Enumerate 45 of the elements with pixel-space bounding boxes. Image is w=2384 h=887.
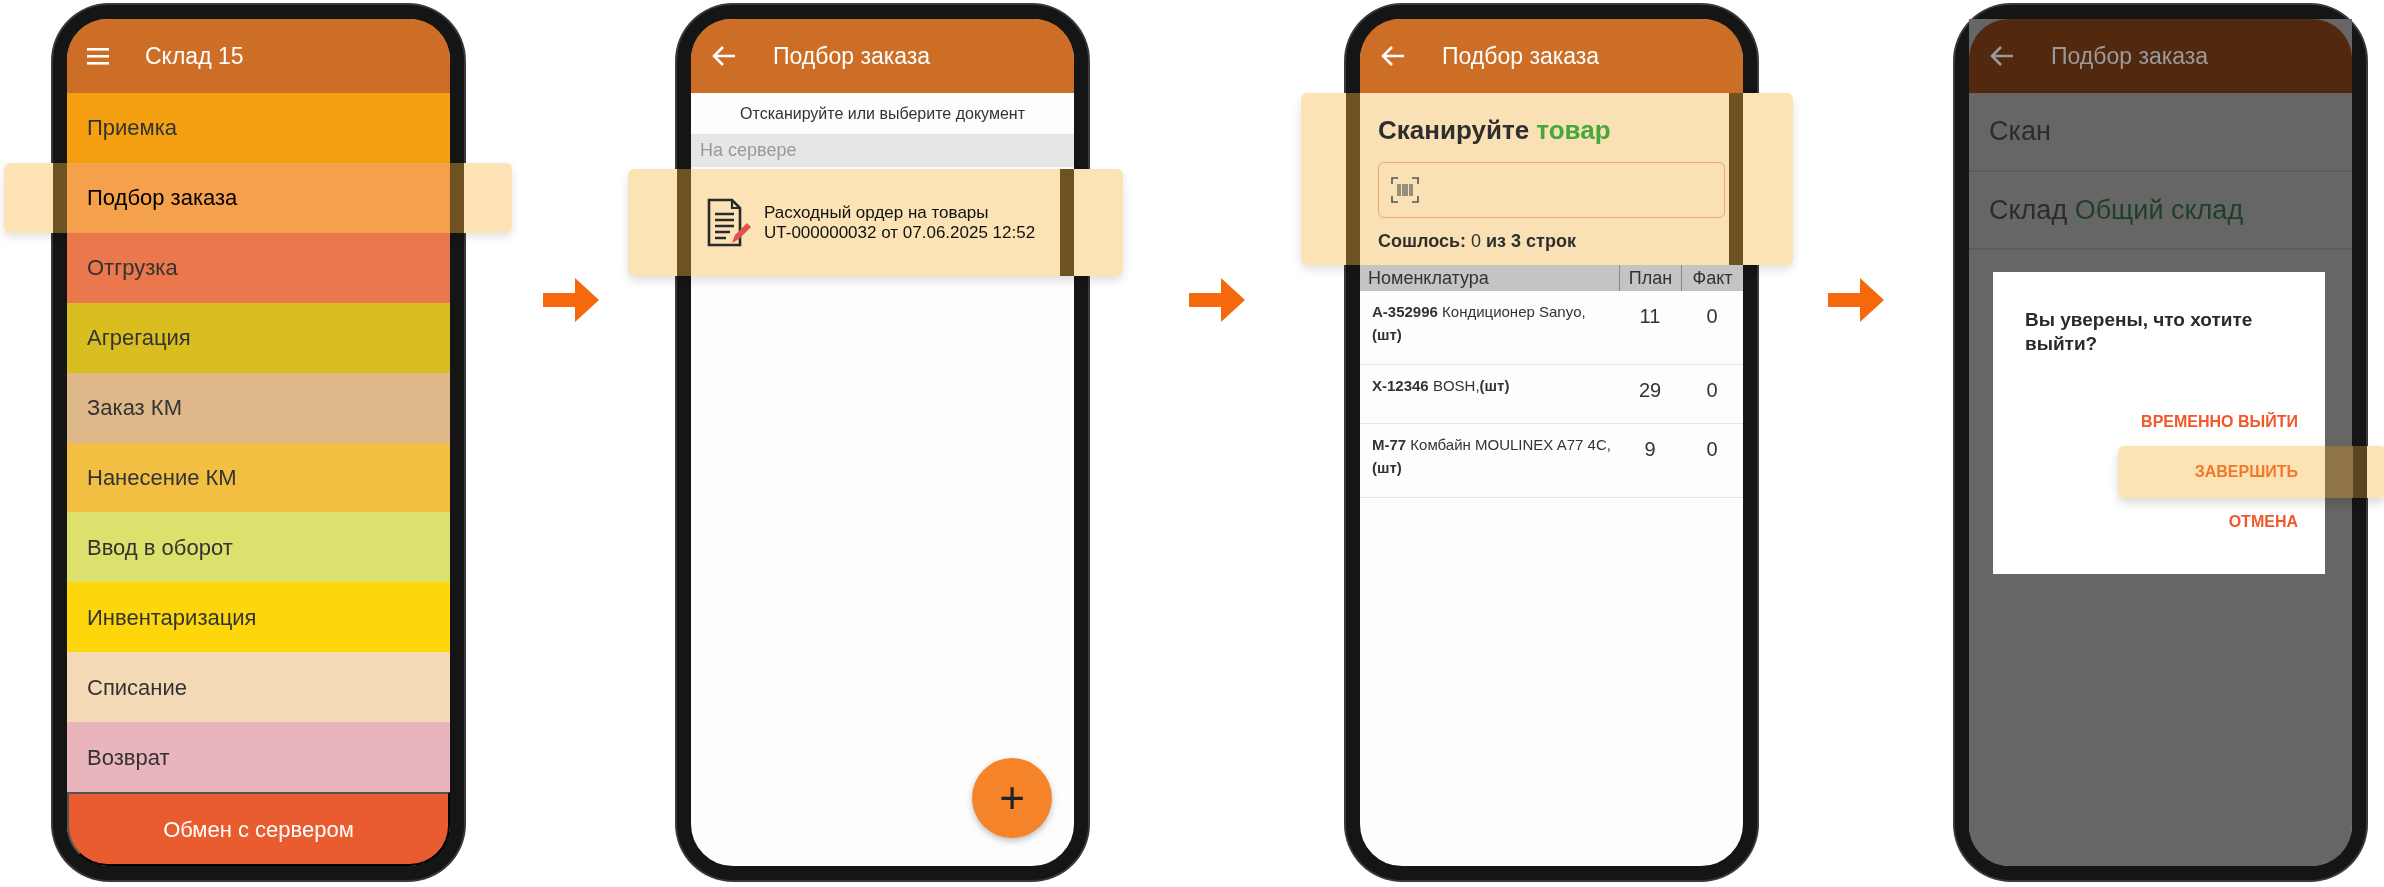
back-arrow-icon[interactable]: [1989, 45, 2015, 67]
right-arrow-icon: [1189, 277, 1245, 323]
menu-item[interactable]: Агрегация: [67, 302, 450, 373]
screen-title: Подбор заказа: [1442, 41, 1600, 71]
menu-item[interactable]: Ввод в оборот: [67, 512, 450, 583]
fact-cell-text: 0: [1705, 378, 1719, 403]
right-arrow-icon: [1828, 277, 1884, 323]
barcode-input-field[interactable]: [1378, 162, 1725, 218]
menu-item[interactable]: Отгрузка: [67, 232, 450, 303]
menu-item[interactable]: Подбор заказа: [4, 162, 512, 233]
item-name-cell-text: А-352996 Кондиционер Sanyo, (шт): [1371, 302, 1587, 345]
column-header: План: [1619, 265, 1681, 291]
screen-title: Склад 15: [145, 41, 244, 71]
document-edit-icon: [706, 197, 752, 248]
menu-item[interactable]: Приемка: [67, 93, 450, 163]
section-header: На сервере: [691, 134, 1074, 167]
menu-item[interactable]: Списание: [67, 652, 450, 723]
instruction-text: Отсканируйте или выберите документ: [739, 103, 1026, 124]
item-name-cell-text: М-77 Комбайн MOULINEX A77 4C, (шт): [1371, 435, 1612, 478]
screen-title: Подбор заказа: [2051, 41, 2209, 71]
form-field-row: Скан: [1969, 93, 2352, 172]
item-name-cell-text: X-12346 BOSH,(шт): [1371, 376, 1511, 396]
fact-cell-text: 0: [1705, 304, 1719, 329]
plan-cell-text: 11: [1638, 304, 1662, 329]
match-summary: Сошлось: 0 из 3 строк: [1378, 230, 1577, 253]
add-button[interactable]: +: [972, 758, 1052, 838]
plan-cell-text: 29: [1637, 378, 1663, 403]
plan-cell-text: 9: [1643, 437, 1657, 462]
screen-title: Подбор заказа: [773, 41, 931, 71]
menu-item[interactable]: Инвентаризация: [67, 582, 450, 653]
scan-prompt: Сканируйте товар: [1378, 114, 1612, 147]
document-text: Расходный ордер на товары UT-000000032 от 07.06.2025 12:52: [764, 202, 1036, 243]
exchange-button[interactable]: Обмен с сервером: [67, 792, 450, 867]
dialog-message: Вы уверены, что хотите выйти?: [2024, 308, 2254, 356]
menu-item[interactable]: Нанесение КМ: [67, 442, 450, 513]
document-item[interactable]: Расходный ордер на товары UT-000000032 от 07.06.2025 12:52: [628, 169, 1123, 276]
fact-cell-text: 0: [1705, 437, 1719, 462]
barcode-scan-icon: [1391, 177, 1419, 203]
column-header: Номенклатура: [1367, 267, 1490, 290]
menu-item[interactable]: Заказ КМ: [67, 372, 450, 443]
right-arrow-icon: [542, 277, 599, 323]
menu-item[interactable]: Возврат: [67, 722, 450, 793]
column-header: Факт: [1681, 265, 1743, 291]
menu-icon[interactable]: [87, 47, 109, 65]
form-field-row: Склад Общий склад: [1969, 171, 2352, 250]
